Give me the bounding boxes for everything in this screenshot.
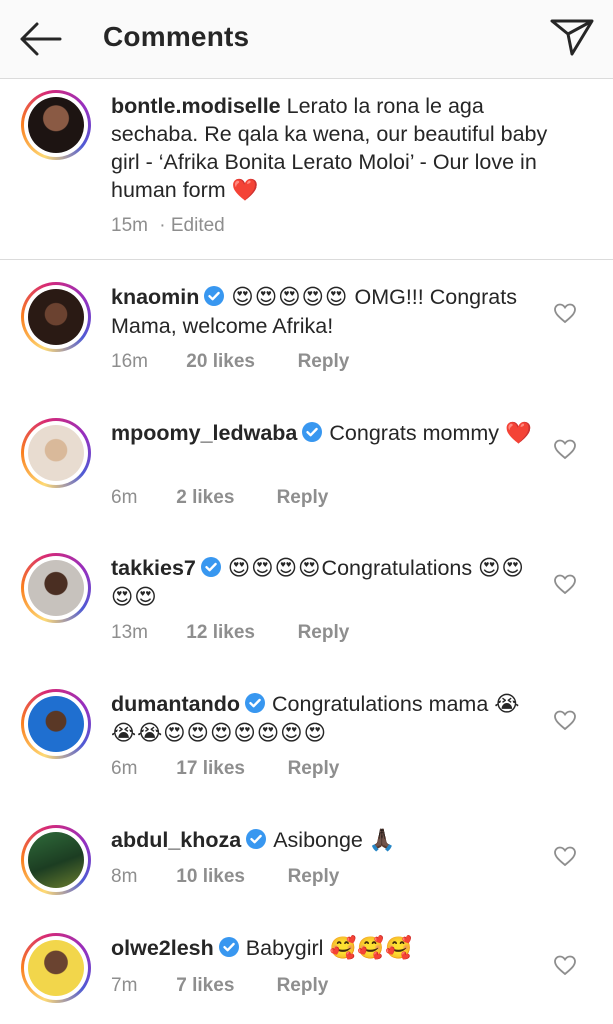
comment-meta: 6m 17 likes Reply [111, 758, 339, 780]
back-arrow-icon [20, 22, 62, 56]
like-heart-icon[interactable] [553, 573, 577, 595]
verified-badge-icon [200, 557, 221, 577]
comment-body: Congratulations [321, 556, 473, 580]
avatar[interactable] [21, 90, 91, 160]
comment-time: 13m [111, 622, 148, 643]
paper-plane-icon [550, 19, 594, 56]
comment-meta: 13m 12 likes Reply [111, 622, 349, 644]
verified-badge-icon [245, 693, 265, 713]
reply-button[interactable]: Reply [288, 758, 340, 780]
comment-meta: 8m 10 likes Reply [111, 866, 339, 888]
avatar[interactable] [21, 933, 91, 1003]
comment-text: takkies7 😍😍😍😍Congratulations 😍😍😍😍 [111, 554, 541, 612]
comment-time: 6m [111, 487, 138, 508]
comment-text: knaomin 😍😍😍😍😍 OMG!!! Congrats Mama, welco… [111, 283, 541, 340]
share-button[interactable] [549, 17, 595, 57]
like-heart-icon[interactable] [553, 302, 577, 324]
comment-emoji: ❤️ [505, 421, 533, 446]
comment-username[interactable]: takkies7 [111, 556, 196, 580]
comment-body: Congratulations mama [272, 692, 489, 716]
comment-username[interactable]: knaomin [111, 285, 199, 309]
like-heart-icon[interactable] [553, 845, 577, 867]
comment-username[interactable]: dumantando [111, 692, 240, 716]
like-heart-icon[interactable] [553, 709, 577, 731]
comment-username[interactable]: olwe2lesh [111, 936, 214, 960]
avatar[interactable] [21, 282, 91, 352]
like-heart-icon[interactable] [553, 954, 577, 976]
verified-badge-icon [204, 286, 225, 306]
reply-button[interactable]: Reply [298, 622, 350, 644]
verified-badge-icon [246, 829, 267, 849]
page-title: Comments [103, 21, 250, 52]
comment-emoji-trailing: 🙏🏿 [368, 828, 397, 853]
comment-meta: 7m 7 likes Reply [111, 975, 328, 997]
caption-heart-emoji: ❤️ [231, 178, 260, 203]
comment-time: 8m [111, 866, 138, 887]
comment-text: dumantando Congratulations mama 😭😭😭😍😍😍😍😍😍… [111, 690, 541, 748]
comment-time: 7m [111, 975, 138, 996]
likes-count[interactable]: 12 likes [186, 622, 292, 644]
likes-count[interactable]: 10 likes [176, 866, 282, 888]
caption-time: 15m [111, 215, 148, 236]
comment-username[interactable]: abdul_khoza [111, 828, 241, 852]
top-bar: Comments [0, 0, 613, 79]
caption-text: bontle.modiselle Lerato la rona le aga s… [111, 92, 571, 205]
comment-body: Congrats mommy [329, 421, 500, 445]
verified-badge-icon [302, 422, 323, 442]
comment-time: 6m [111, 758, 138, 779]
comment-username[interactable]: mpoomy_ledwaba [111, 421, 297, 445]
avatar[interactable] [21, 825, 91, 895]
likes-count[interactable]: 20 likes [186, 351, 292, 373]
back-button[interactable] [18, 20, 62, 58]
comment-body: Babygirl [245, 936, 324, 960]
like-heart-icon[interactable] [553, 438, 577, 460]
likes-count[interactable]: 17 likes [176, 758, 282, 780]
comment-emoji-trailing: 🥰🥰🥰 [329, 936, 413, 961]
comment-text: abdul_khoza Asibonge 🙏🏿 [111, 826, 541, 855]
comment-meta: 6m 2 likes Reply [111, 487, 328, 509]
comment-meta: 16m 20 likes Reply [111, 351, 349, 373]
comment-emoji: 😍😍😍😍 [227, 556, 322, 581]
reply-button[interactable]: Reply [288, 866, 340, 888]
reply-button[interactable]: Reply [277, 975, 329, 997]
reply-button[interactable]: Reply [277, 487, 329, 509]
comment-emoji: 😍😍😍😍😍 [231, 285, 349, 310]
caption-username[interactable]: bontle.modiselle [111, 94, 281, 118]
likes-count[interactable]: 2 likes [176, 487, 271, 509]
reply-button[interactable]: Reply [298, 351, 350, 373]
avatar[interactable] [21, 689, 91, 759]
verified-badge-icon [218, 937, 239, 957]
avatar[interactable] [21, 553, 91, 623]
comment-time: 16m [111, 351, 148, 372]
edited-label: · Edited [159, 215, 225, 236]
caption-meta: 15m · Edited [111, 215, 225, 237]
comment-text: mpoomy_ledwaba Congrats mommy ❤️ [111, 419, 541, 448]
likes-count[interactable]: 7 likes [176, 975, 271, 997]
comment-body: Asibonge [273, 828, 363, 852]
comment-text: olwe2lesh Babygirl 🥰🥰🥰 [111, 934, 541, 963]
avatar[interactable] [21, 418, 91, 488]
post-caption: bontle.modiselle Lerato la rona le aga s… [0, 79, 613, 260]
